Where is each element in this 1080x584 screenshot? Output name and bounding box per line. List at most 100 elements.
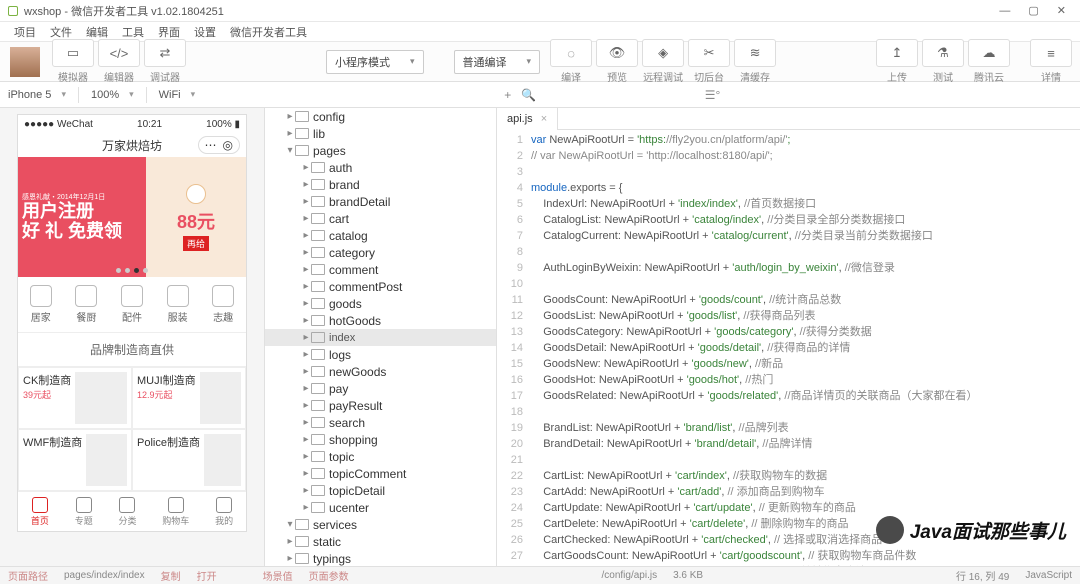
folder-item[interactable]: ▸search [265, 414, 496, 431]
clear-cache-button[interactable]: ≋ [734, 39, 776, 67]
folder-item[interactable]: ▸brand [265, 176, 496, 193]
tabbar-item[interactable]: 首页 [31, 497, 49, 527]
folder-item[interactable]: ▸newGoods [265, 363, 496, 380]
language: JavaScript [1017, 570, 1080, 581]
mode-dropdown-label: 小程序模式 [335, 54, 390, 70]
category-item[interactable]: 配件 [121, 285, 143, 324]
tabbar: 首页专题分类购物车我的 [18, 491, 246, 531]
network-select[interactable]: WiFi▾ [151, 86, 204, 104]
tabbar-item[interactable]: 购物车 [162, 497, 189, 527]
tencent-cloud-button[interactable]: ☁ [968, 39, 1010, 67]
upload-button[interactable]: ↥ [876, 39, 918, 67]
maximize-icon[interactable]: ▢ [1028, 4, 1038, 17]
category-item[interactable]: 餐厨 [75, 285, 97, 324]
folder-item[interactable]: ▸comment [265, 261, 496, 278]
test-button[interactable]: ⚗ [922, 39, 964, 67]
folder-item[interactable]: ▸typings [265, 550, 496, 566]
editor-tab[interactable]: api.js× [497, 108, 558, 130]
folder-item[interactable]: ▸shopping [265, 431, 496, 448]
folder-item[interactable]: ▾services [265, 516, 496, 533]
folder-item[interactable]: ▸lib [265, 125, 496, 142]
tree-options-icon[interactable]: ☰° [705, 88, 721, 102]
menu-item[interactable]: 设置 [194, 24, 216, 40]
category-item[interactable]: 志趣 [212, 285, 234, 324]
folder-item[interactable]: ▸topicComment [265, 465, 496, 482]
file-tree[interactable]: ▸config▸lib▾pages▸auth▸brand▸brandDetail… [265, 108, 497, 566]
copy-button[interactable]: 复制 [153, 568, 189, 583]
folder-item[interactable]: ▸static [265, 533, 496, 550]
cursor-pos: 行 16, 列 49 [948, 568, 1017, 583]
window-title: wxshop - 微信开发者工具 v1.02.1804251 [24, 3, 224, 19]
compile-button[interactable]: ◌ [550, 39, 592, 67]
brand-card[interactable]: MUJI制造商12.9元起 [132, 367, 246, 429]
watermark: Java面试那些事儿 [876, 516, 1066, 544]
menu-item[interactable]: 工具 [122, 24, 144, 40]
folder-item[interactable]: ▸auth [265, 159, 496, 176]
target-icon[interactable]: ◎ [223, 138, 233, 152]
folder-item[interactable]: ▸hotGoods [265, 312, 496, 329]
avatar[interactable] [10, 47, 40, 77]
phone-statusbar: ●●●●● WeChat 10:21 100% ▮ [18, 115, 246, 133]
path-label: 页面路径 [0, 568, 56, 583]
tabbar-item[interactable]: 分类 [118, 497, 136, 527]
close-icon[interactable]: ✕ [1057, 4, 1066, 17]
banner[interactable]: 感恩礼献・2014年12月1日 用户注册 好 礼 免费领 88元 再给 [18, 157, 246, 277]
folder-item[interactable]: ▸index [265, 329, 496, 346]
menu-item[interactable]: 编辑 [86, 24, 108, 40]
editor-button[interactable]: </> [98, 39, 140, 67]
brand-card[interactable]: Police制造商 [132, 429, 246, 491]
category-item[interactable]: 居家 [30, 285, 52, 324]
detail-label: 详情 [1030, 69, 1072, 84]
menu-item[interactable]: 文件 [50, 24, 72, 40]
search-icon[interactable]: 🔍 [521, 88, 536, 102]
category-item[interactable]: 服装 [167, 285, 189, 324]
folder-item[interactable]: ▸category [265, 244, 496, 261]
minimize-icon[interactable]: — [999, 4, 1010, 17]
menu-item[interactable]: 界面 [158, 24, 180, 40]
app-title: 万家烘焙坊 [102, 137, 162, 154]
folder-item[interactable]: ▸goods [265, 295, 496, 312]
phone-navbar: 万家烘焙坊 ⋯ ◎ [18, 133, 246, 157]
device-select[interactable]: iPhone 5▾ [0, 86, 74, 104]
statusbar: 页面路径 pages/index/index 复制 打开 场景值 页面参数 /c… [0, 566, 1080, 584]
brand-grid: CK制造商39元起MUJI制造商12.9元起WMF制造商Police制造商 [18, 367, 246, 491]
folder-item[interactable]: ▸commentPost [265, 278, 496, 295]
folder-item[interactable]: ▸config [265, 108, 496, 125]
menu-dots-icon[interactable]: ⋯ [205, 138, 217, 152]
compile-dropdown[interactable]: 普通编译▾ [454, 50, 541, 74]
menu-item[interactable]: 项目 [14, 24, 36, 40]
toolbar: ▭ </> ⇄ 模拟器编辑器调试器 小程序模式▾ 普通编译▾ ◌ 👁 ◈ ✂ ≋… [0, 42, 1080, 82]
folder-item[interactable]: ▾pages [265, 142, 496, 159]
source-code[interactable]: var NewApiRootUrl = 'https://fly2you.cn/… [531, 130, 1080, 566]
mode-dropdown[interactable]: 小程序模式▾ [326, 50, 424, 74]
tab-close-icon[interactable]: × [541, 113, 547, 125]
folder-item[interactable]: ▸ucenter [265, 499, 496, 516]
add-file-icon[interactable]: + [504, 88, 511, 102]
menu-item[interactable]: 微信开发者工具 [230, 24, 307, 40]
detail-button[interactable]: ≡ [1030, 39, 1072, 67]
folder-item[interactable]: ▸catalog [265, 227, 496, 244]
preview-button[interactable]: 👁 [596, 39, 638, 67]
folder-item[interactable]: ▸brandDetail [265, 193, 496, 210]
tabbar-item[interactable]: 专题 [75, 497, 93, 527]
file-size: 3.6 KB [665, 570, 711, 581]
tabbar-item[interactable]: 我的 [215, 497, 233, 527]
folder-item[interactable]: ▸topic [265, 448, 496, 465]
brand-card[interactable]: CK制造商39元起 [18, 367, 132, 429]
folder-item[interactable]: ▸logs [265, 346, 496, 363]
open-button[interactable]: 打开 [189, 568, 225, 583]
simulator-panel: ●●●●● WeChat 10:21 100% ▮ 万家烘焙坊 ⋯ ◎ 感恩礼献… [0, 108, 265, 566]
brand-card[interactable]: WMF制造商 [18, 429, 132, 491]
params-label: 页面参数 [301, 568, 357, 583]
background-button[interactable]: ✂ [688, 39, 730, 67]
folder-item[interactable]: ▸cart [265, 210, 496, 227]
remote-debug-button[interactable]: ◈ [642, 39, 684, 67]
debugger-button[interactable]: ⇄ [144, 39, 186, 67]
zoom-select[interactable]: 100%▾ [83, 86, 142, 104]
simulator-button[interactable]: ▭ [52, 39, 94, 67]
folder-item[interactable]: ▸pay [265, 380, 496, 397]
editor-tabstrip: api.js× [497, 108, 1080, 130]
toolbar-detail-group: ≡ 详情 [1030, 39, 1072, 84]
folder-item[interactable]: ▸payResult [265, 397, 496, 414]
folder-item[interactable]: ▸topicDetail [265, 482, 496, 499]
